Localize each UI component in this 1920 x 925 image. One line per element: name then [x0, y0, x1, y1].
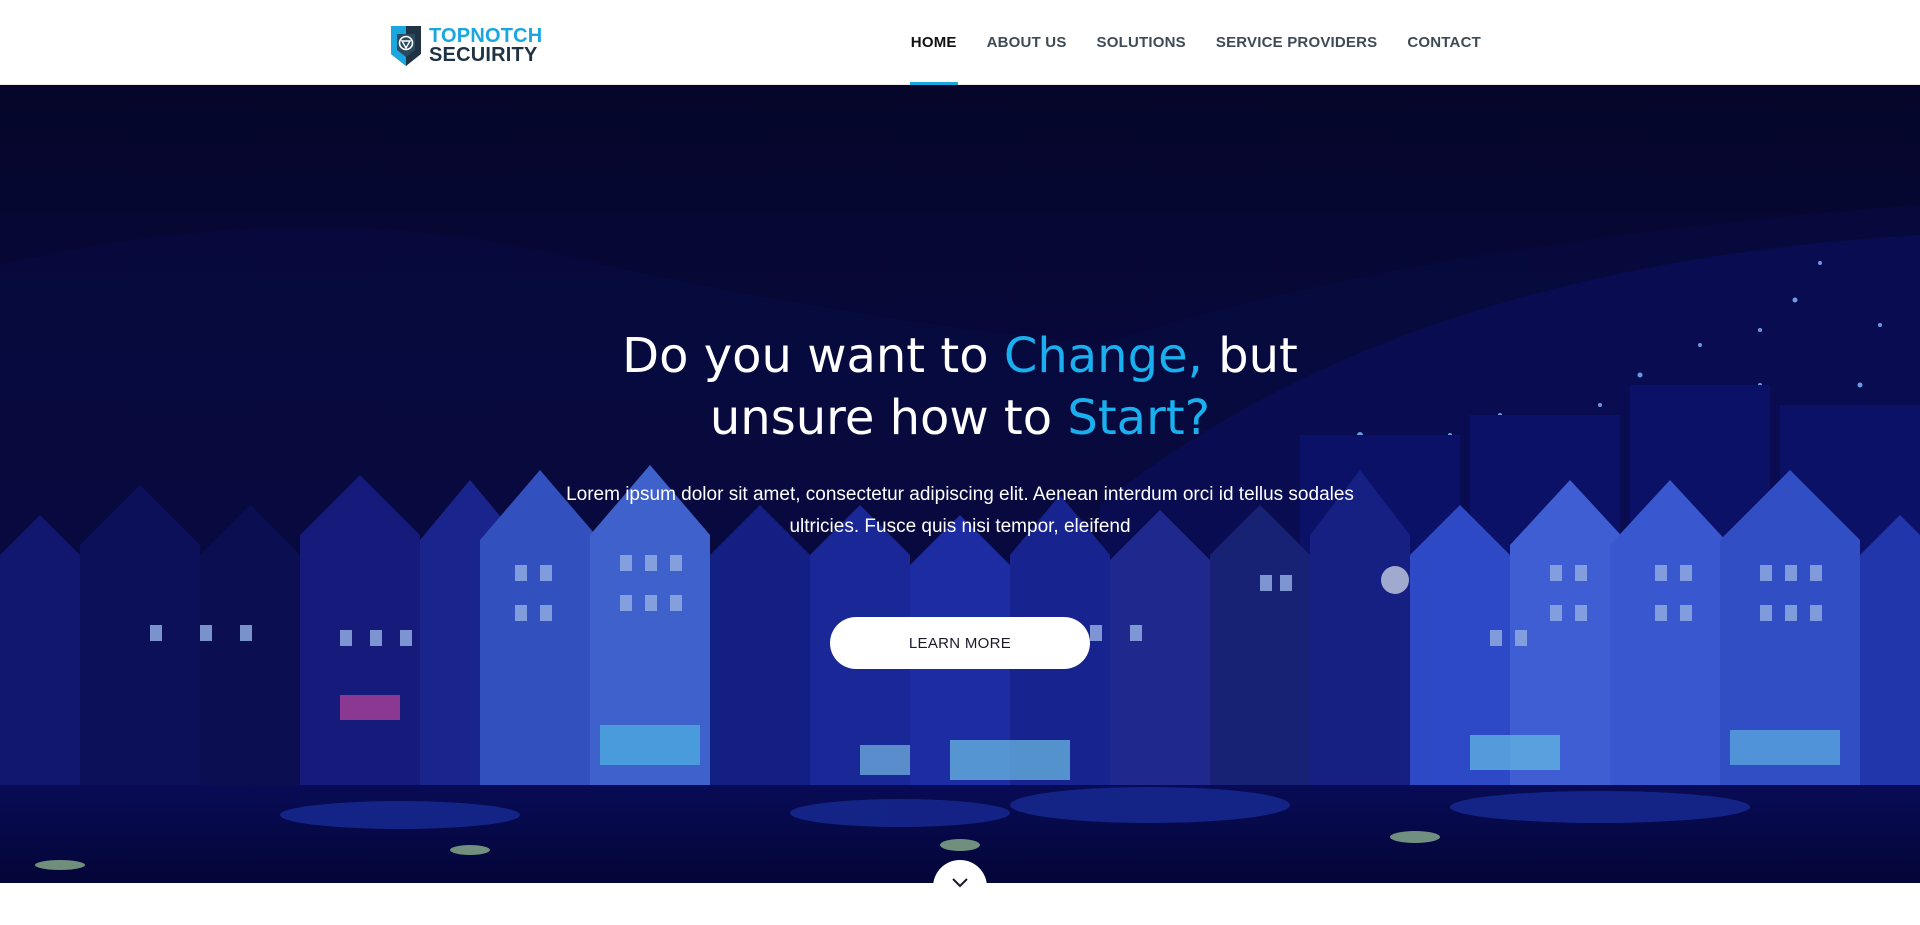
headline-part3: unsure how to	[709, 390, 1068, 446]
headline-accent-change: Change,	[1003, 328, 1203, 384]
chevron-down-icon	[952, 878, 968, 888]
hero-headline: Do you want to Change, but unsure how to…	[460, 325, 1460, 449]
nav-item-solutions[interactable]: SOLUTIONS	[1082, 0, 1201, 85]
headline-accent-start: Start?	[1067, 390, 1211, 446]
nav-item-about-us[interactable]: ABOUT US	[972, 0, 1082, 85]
learn-more-button[interactable]: LEARN MORE	[830, 617, 1090, 669]
brand-name-line2: SECUIRITY	[429, 44, 538, 66]
headline-part2: but	[1202, 328, 1298, 384]
nav-item-home[interactable]: HOME	[896, 0, 972, 85]
headline-part1: Do you want to	[622, 328, 1004, 384]
hero-subtext: Lorem ipsum dolor sit amet, consectetur …	[566, 484, 1354, 537]
brand-name: TOPNOTCH SECUIRITY	[429, 26, 542, 66]
nav-item-contact[interactable]: CONTACT	[1392, 0, 1496, 85]
nav-item-service-providers[interactable]: SERVICE PROVIDERS	[1201, 0, 1393, 85]
hero-section: Do you want to Change, but unsure how to…	[0, 85, 1920, 883]
site-header: TOPNOTCH SECUIRITY HOME ABOUT US SOLUTIO…	[0, 0, 1920, 85]
brand-logo[interactable]: TOPNOTCH SECUIRITY	[389, 24, 542, 68]
shield-icon	[391, 26, 421, 66]
scroll-down-button[interactable]	[933, 860, 987, 914]
main-nav: HOME ABOUT US SOLUTIONS SERVICE PROVIDER…	[896, 0, 1496, 85]
hero-content: Do you want to Change, but unsure how to…	[0, 85, 1920, 883]
